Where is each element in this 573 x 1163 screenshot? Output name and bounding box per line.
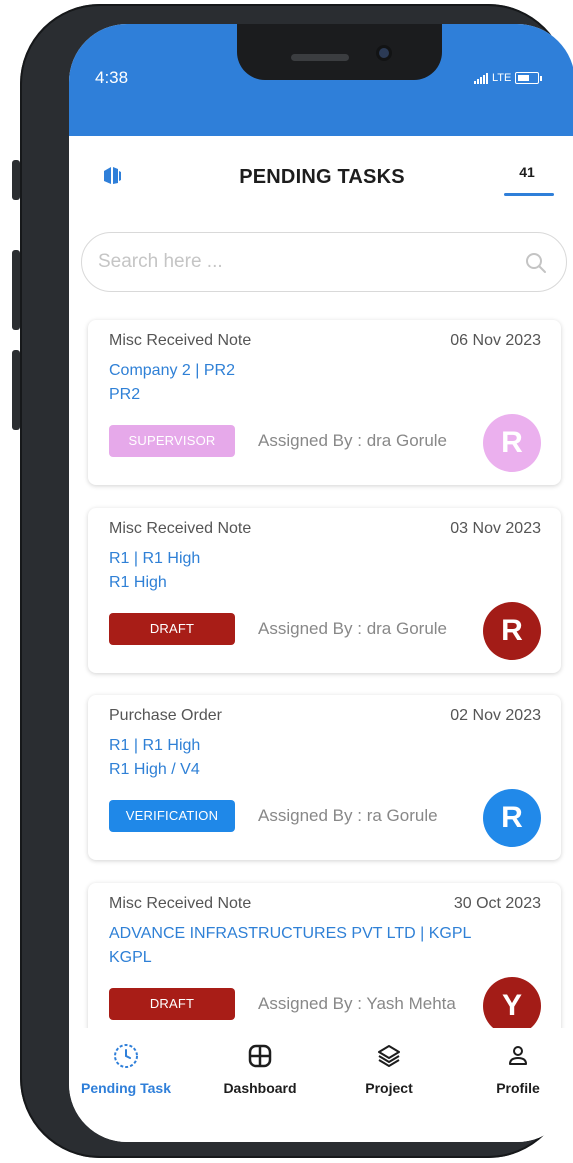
status-icons: LTE xyxy=(474,72,543,84)
app-header: PENDING TASKS 41 xyxy=(69,150,573,210)
assigned-by: Assigned By : Yash Mehta xyxy=(258,994,478,1014)
assigned-label: Assigned By : xyxy=(258,806,362,825)
nav-label: Project xyxy=(365,1080,413,1096)
status-time: 4:38 xyxy=(95,68,129,87)
nav-profile[interactable]: Profile xyxy=(463,1042,573,1096)
assigned-name: ra Gorule xyxy=(366,806,438,825)
battery-tip xyxy=(540,75,543,81)
task-type: Misc Received Note xyxy=(109,332,252,349)
task-project: Company 2 | PR2 xyxy=(109,362,235,379)
silent-switch xyxy=(12,160,20,200)
user-icon xyxy=(509,1046,527,1065)
nav-label: Dashboard xyxy=(223,1080,297,1096)
avatar: R xyxy=(483,789,541,847)
status-badge: VERIFICATION xyxy=(109,800,235,832)
assigned-name: Yash Mehta xyxy=(366,994,456,1013)
bottom-nav: Pending Task Dashboard Project Profile xyxy=(69,1028,573,1142)
task-subproject: R1 High xyxy=(109,574,167,591)
page-title: PENDING TASKS xyxy=(239,166,405,188)
signal-icon xyxy=(474,72,488,84)
task-card[interactable]: Misc Received Note 06 Nov 2023 Company 2… xyxy=(88,320,561,485)
avatar: Y xyxy=(483,977,541,1035)
status-bar: 4:38 LTE xyxy=(69,24,573,136)
front-camera xyxy=(379,48,389,58)
nav-pending-task[interactable]: Pending Task xyxy=(71,1042,181,1096)
speaker xyxy=(291,54,349,61)
notch xyxy=(237,24,442,80)
nav-label: Pending Task xyxy=(81,1080,171,1096)
task-count[interactable]: 41 xyxy=(501,164,553,180)
battery-icon xyxy=(515,72,540,84)
network-label: LTE xyxy=(492,72,512,84)
search-input[interactable] xyxy=(96,245,500,279)
task-type: Purchase Order xyxy=(109,707,222,724)
volume-up-button xyxy=(12,250,20,330)
count-underline xyxy=(504,193,554,196)
task-date: 03 Nov 2023 xyxy=(450,520,541,537)
task-subproject: R1 High / V4 xyxy=(109,761,200,778)
task-card[interactable]: Misc Received Note 30 Oct 2023 ADVANCE I… xyxy=(88,883,561,1048)
assigned-label: Assigned By : xyxy=(258,994,362,1013)
task-card[interactable]: Misc Received Note 03 Nov 2023 R1 | R1 H… xyxy=(88,508,561,673)
assigned-name: dra Gorule xyxy=(366,619,448,638)
assigned-label: Assigned By : xyxy=(258,619,362,638)
task-subproject: KGPL xyxy=(109,949,152,966)
task-type: Misc Received Note xyxy=(109,895,252,912)
avatar: R xyxy=(483,602,541,660)
search-bar xyxy=(81,232,567,292)
task-date: 30 Oct 2023 xyxy=(453,895,541,912)
task-subproject: PR2 xyxy=(109,386,141,403)
task-project: R1 | R1 High xyxy=(109,550,201,567)
assigned-by: Assigned By : ra Gorule xyxy=(258,806,478,826)
task-date: 02 Nov 2023 xyxy=(450,707,541,724)
layers-icon xyxy=(378,1045,400,1067)
search-icon[interactable] xyxy=(524,251,548,275)
task-date: 06 Nov 2023 xyxy=(450,332,541,349)
volume-down-button xyxy=(12,350,20,430)
assigned-label: Assigned By : xyxy=(258,431,362,450)
status-badge: DRAFT xyxy=(109,988,235,1020)
assigned-by: Assigned By : dra Gorule xyxy=(258,619,478,639)
avatar: R xyxy=(483,414,541,472)
nav-label: Profile xyxy=(496,1080,540,1096)
assigned-by: Assigned By : dra Gorule xyxy=(258,431,478,451)
app-screen: 4:38 LTE PENDING TASKS 41 Search here ..… xyxy=(69,24,573,1142)
status-badge: SUPERVISOR xyxy=(109,425,235,457)
task-project: R1 | R1 High xyxy=(109,737,201,754)
task-type: Misc Received Note xyxy=(109,520,252,537)
status-badge: DRAFT xyxy=(109,613,235,645)
grid-icon xyxy=(248,1044,272,1068)
task-project: ADVANCE INFRASTRUCTURES PVT LTD | KGPL xyxy=(109,925,472,942)
nav-project[interactable]: Project xyxy=(334,1042,444,1096)
task-card[interactable]: Purchase Order 02 Nov 2023 R1 | R1 High … xyxy=(88,695,561,860)
phone-frame: 4:38 LTE PENDING TASKS 41 Search here ..… xyxy=(20,4,573,1158)
clock-icon xyxy=(114,1044,138,1068)
assigned-name: dra Gorule xyxy=(366,431,448,450)
nav-dashboard[interactable]: Dashboard xyxy=(205,1042,315,1096)
